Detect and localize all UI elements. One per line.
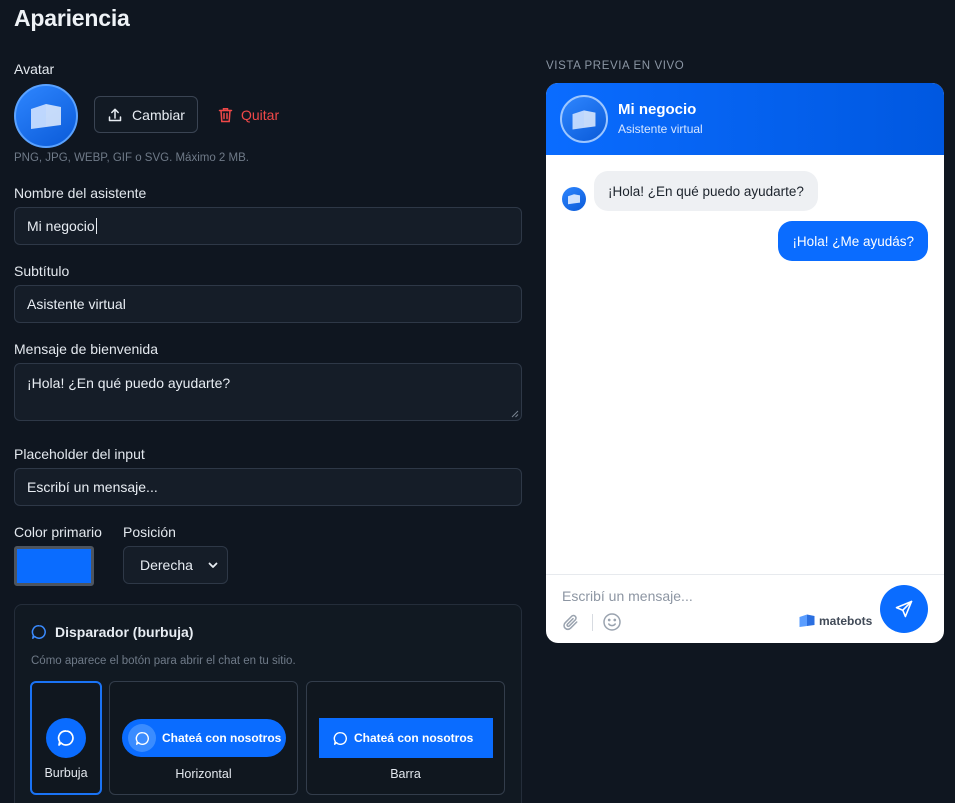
chevron-down-icon [208,562,218,568]
chat-header-subtitle: Asistente virtual [618,122,703,136]
text-caret [95,218,97,234]
send-icon [895,600,913,618]
brand-name: matebots [819,613,873,628]
trigger-option-bubble[interactable]: Burbuja [30,681,102,795]
upload-icon [108,108,122,121]
bar-preview: Chateá con nosotros [319,718,493,758]
trigger-option-label: Burbuja [44,766,88,780]
primary-color-picker[interactable] [14,546,94,586]
subtitle-input[interactable]: Asistente virtual [14,285,522,323]
bubble-preview [46,718,86,758]
chat-bubble-icon [31,625,46,639]
paperclip-icon[interactable] [562,613,581,632]
composer-divider [546,574,944,575]
avatar-label: Avatar [14,61,55,77]
chat-bubble-icon [333,731,347,745]
name-input-value: Mi negocio [27,218,95,234]
welcome-textarea[interactable]: ¡Hola! ¿En qué puedo ayudarte? [14,363,522,421]
avatar-hint: PNG, JPG, WEBP, GIF o SVG. Máximo 2 MB. [14,152,249,164]
chat-header-name: Mi negocio [618,101,697,118]
emoji-icon[interactable] [602,612,622,632]
matebots-logo-icon [799,614,815,627]
resize-handle-icon[interactable] [510,409,519,418]
preview-label: VISTA PREVIA EN VIVO [546,60,685,72]
placeholder-input-value: Escribí un mensaje... [27,479,158,495]
chat-header-avatar [560,95,608,143]
change-avatar-button[interactable]: Cambiar [94,96,198,133]
trigger-title: Disparador (burbuja) [55,624,194,640]
position-label: Posición [123,524,176,540]
send-button[interactable] [880,585,928,633]
name-input[interactable]: Mi negocio [14,207,522,245]
user-message: ¡Hola! ¿Me ayudás? [778,221,928,261]
change-avatar-label: Cambiar [132,106,185,123]
subtitle-label: Subtítulo [14,263,70,279]
chat-message-input[interactable]: Escribí un mensaje... [562,588,693,604]
logo-icon [568,194,580,205]
subtitle-input-value: Asistente virtual [27,296,126,312]
chat-bubble-icon [135,731,149,745]
page-title: Apariencia [14,5,130,31]
chat-bubble-icon-wrap [128,724,156,752]
remove-avatar-button[interactable]: Quitar [218,96,279,133]
position-select[interactable]: Derecha [123,546,228,584]
welcome-textarea-value: ¡Hola! ¿En qué puedo ayudarte? [27,375,231,391]
trigger-option-label: Horizontal [175,767,232,781]
bot-message: ¡Hola! ¿En qué puedo ayudarte? [594,171,818,211]
trigger-option-horizontal[interactable]: Chateá con nosotros Horizontal [109,681,298,795]
placeholder-input[interactable]: Escribí un mensaje... [14,468,522,506]
horizontal-pill-text: Chateá con nosotros [162,731,282,745]
trigger-option-label: Barra [390,767,421,781]
chat-bubble-icon [57,730,74,746]
remove-avatar-label: Quitar [241,106,280,123]
trash-icon [218,107,233,122]
trigger-hint: Cómo aparece el botón para abrir el chat… [31,655,296,667]
position-select-value: Derecha [140,557,193,573]
composer-separator [592,614,593,631]
placeholder-label: Placeholder del input [14,446,145,462]
avatar [14,84,78,148]
bot-avatar [562,187,586,211]
welcome-label: Mensaje de bienvenida [14,341,158,357]
trigger-option-bar[interactable]: Chateá con nosotros Barra [306,681,505,795]
logo-icon [572,109,596,129]
bar-preview-text: Chateá con nosotros [354,731,474,745]
horizontal-pill-preview: Chateá con nosotros [122,719,286,757]
chat-header: Mi negocio Asistente virtual [546,83,944,155]
logo-icon [31,104,61,129]
color-label: Color primario [14,524,102,540]
name-label: Nombre del asistente [14,185,147,201]
chat-widget-preview: Mi negocio Asistente virtual ¡Hola! ¿En … [546,83,944,643]
brand-watermark: matebots [798,613,872,628]
